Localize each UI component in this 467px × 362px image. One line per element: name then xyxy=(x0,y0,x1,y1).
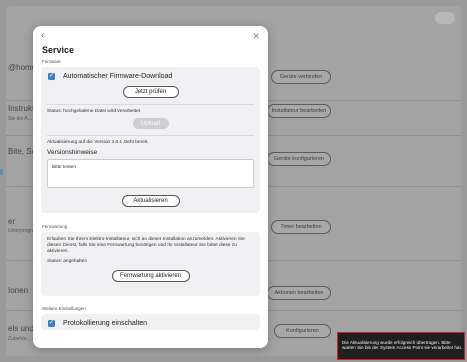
bg-row-label: er xyxy=(8,217,16,226)
bg-row-button: Geräte konfigurieren xyxy=(267,152,331,166)
bg-row-button: Geräte verbinden xyxy=(271,70,331,84)
dialog-title: Service xyxy=(42,45,75,55)
firmware-card: ✓ Automatischer Firmware-Download Jetzt … xyxy=(41,67,260,213)
more-settings-card: ✓ Protokollierung einschalten xyxy=(41,314,260,330)
update-button[interactable]: Aktualisieren xyxy=(121,195,180,207)
close-icon[interactable]: ✕ xyxy=(252,31,260,41)
bg-row-sub: Zubehör... xyxy=(8,336,31,342)
dialog-body[interactable]: Firmware ✓ Automatischer Firmware-Downlo… xyxy=(33,59,268,348)
auto-download-label: Automatischer Firmware-Download xyxy=(63,72,173,80)
logging-checkbox[interactable]: ✓ xyxy=(48,319,55,327)
bg-row-button: Installateur bearbeiten xyxy=(267,104,331,118)
bg-side-marker xyxy=(0,169,3,175)
bg-row-sub: Sie die A... xyxy=(8,116,32,122)
auto-download-checkbox[interactable]: ✓ xyxy=(48,72,55,80)
check-now-button[interactable]: Jetzt prüfen xyxy=(122,86,179,98)
logging-label: Protokollierung einschalten xyxy=(63,319,148,327)
auto-download-row[interactable]: ✓ Automatischer Firmware-Download xyxy=(41,67,260,81)
bg-row-button: Konfigurieren xyxy=(274,324,331,338)
release-notes-field[interactable]: Bitte testen xyxy=(47,159,254,188)
upload-button[interactable]: Upload xyxy=(132,118,169,129)
bg-row-label: els und xyxy=(8,324,34,333)
remote-card: Erlauben Sie Ihrem Elektro-Installateur,… xyxy=(41,232,260,296)
section-label-more: Weitere Einstellungen xyxy=(42,306,86,311)
section-label-remote: Fernwartung xyxy=(42,224,68,229)
toast-message: Die Aktualisierung wurde erfolgreich übe… xyxy=(342,340,463,351)
update-toast: Die Aktualisierung wurde erfolgreich übe… xyxy=(337,332,465,360)
logging-row[interactable]: ✓ Protokollierung einschalten xyxy=(41,314,260,328)
chevron-left-icon[interactable]: ‹ xyxy=(41,31,44,41)
bg-row-button: Aktionen bearbeiten xyxy=(267,286,331,300)
service-dialog: ‹ ✕ Service Firmware ✓ Automatischer Fir… xyxy=(33,26,268,348)
section-label-firmware: Firmware xyxy=(42,59,61,64)
bg-row-button: Timer bearbeiten xyxy=(271,220,331,234)
avatar[interactable] xyxy=(435,12,455,24)
bg-row-label: @home xyxy=(8,63,37,72)
remote-description: Erlauben Sie Ihrem Elektro-Installateur,… xyxy=(47,237,245,254)
bg-row-label: Ionen xyxy=(8,286,29,295)
release-notes-title: Versionshinweise xyxy=(47,149,98,156)
activate-remote-button[interactable]: Fernwartung aktivieren xyxy=(111,270,190,282)
